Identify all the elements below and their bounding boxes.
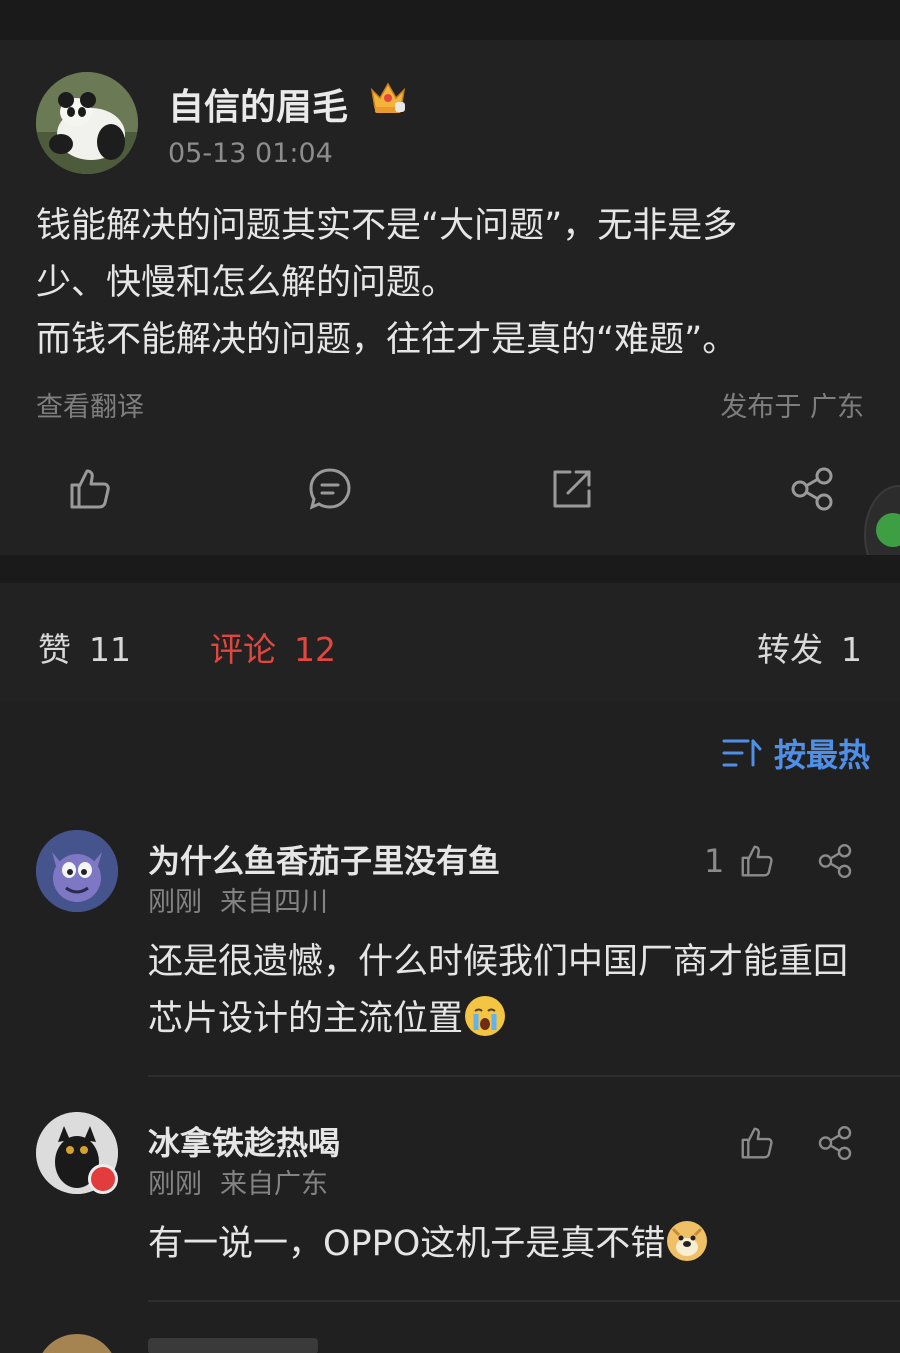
sort-icon: [722, 739, 762, 767]
comment-text: 有一说一，OPPO这机子是真不错: [148, 1216, 848, 1273]
comment-divider: [148, 1075, 900, 1077]
view-translation-link[interactable]: 查看翻译: [36, 385, 144, 424]
comment-divider: [148, 1300, 900, 1302]
comment-meta: 刚刚 来自广东: [148, 1162, 328, 1201]
comment-time: 刚刚: [148, 1169, 202, 1200]
sort-label: 按最热: [773, 736, 870, 774]
post-body: 钱能解决的问题其实不是“大问题”，无非是多 少、快慢和怎么解的问题。 而钱不能解…: [36, 206, 738, 360]
tab-reposts[interactable]: 转发 1: [757, 623, 862, 671]
commenter-avatar[interactable]: [36, 1334, 118, 1353]
comment-share-icon[interactable]: [816, 1124, 854, 1162]
post-location: 发布于 广东: [720, 392, 864, 423]
commenter-name[interactable]: 为什么鱼香茄子里没有鱼: [148, 836, 500, 882]
doge-emoji-icon: [667, 1221, 708, 1261]
comment-share-icon[interactable]: [816, 842, 854, 880]
comment-icon[interactable]: [306, 465, 354, 513]
comment-like-icon[interactable]: [738, 842, 776, 880]
author-avatar[interactable]: [36, 72, 138, 174]
comment-text-content: 有一说一，OPPO这机子是真不错: [148, 1224, 666, 1264]
commenter-avatar[interactable]: [36, 830, 118, 912]
status-strip: [0, 0, 900, 40]
comment-like-count: 1: [704, 842, 725, 880]
comment-meta: 刚刚 来自四川: [148, 880, 328, 919]
section-divider: [0, 555, 900, 583]
tab-comments[interactable]: 评论 12: [210, 623, 336, 671]
tab-likes-count: 11: [89, 630, 131, 669]
crying-emoji-icon: [465, 996, 506, 1036]
post-card: 自信的眉毛 05-13 01:04 钱能解决的问题其实不是“大问题”，无非是多 …: [0, 40, 900, 555]
comment-location: 来自四川: [220, 887, 328, 918]
sort-hot-button[interactable]: 按最热: [722, 730, 870, 776]
post-time: 05-13 01:04: [168, 138, 333, 169]
crown-badge-icon: [368, 78, 408, 116]
tab-comments-count: 12: [294, 630, 336, 669]
tab-reposts-count: 1: [841, 630, 862, 669]
like-icon[interactable]: [66, 465, 114, 513]
verified-badge-icon: [88, 1164, 118, 1194]
share-icon[interactable]: [788, 465, 836, 513]
commenter-name[interactable]: 冰拿铁趁热喝: [148, 1118, 340, 1164]
comment-text: 还是很遗憾，什么时候我们中国厂商才能重回芯片设计的主流位置: [148, 934, 848, 1048]
tab-likes[interactable]: 赞 11: [38, 623, 131, 671]
author-name[interactable]: 自信的眉毛: [168, 78, 348, 130]
tab-reposts-label: 转发: [757, 630, 823, 669]
commenter-name-partial: [148, 1338, 318, 1353]
comment-time: 刚刚: [148, 887, 202, 918]
comment-like-icon[interactable]: [738, 1124, 776, 1162]
tab-comments-label: 评论: [210, 630, 276, 669]
interaction-tabs: 赞 11 评论 12 转发 1: [0, 583, 900, 703]
comment-location: 来自广东: [220, 1169, 328, 1200]
tab-likes-label: 赞: [38, 630, 71, 669]
repost-icon[interactable]: [548, 465, 596, 513]
commenter-avatar[interactable]: [36, 1112, 118, 1194]
